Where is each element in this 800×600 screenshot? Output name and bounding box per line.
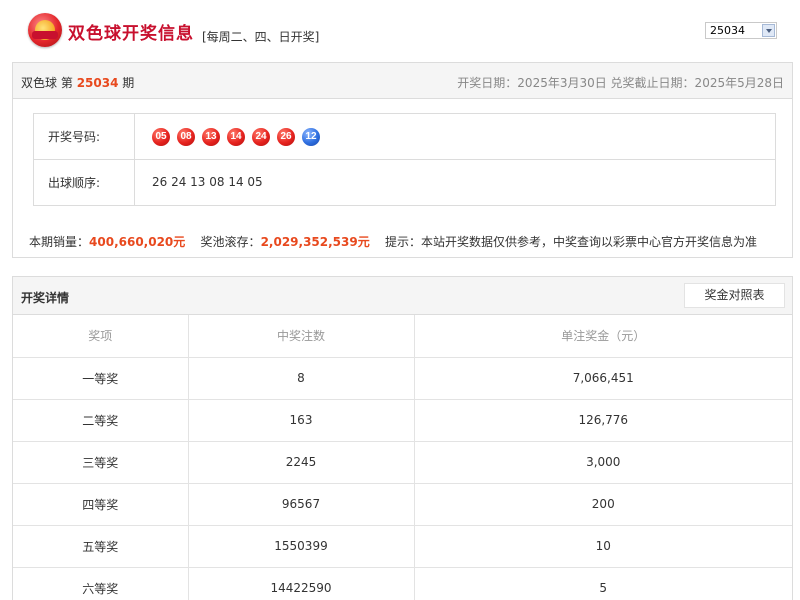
- prize-amount: 5: [413, 566, 792, 600]
- table-row: 四等奖 96567 200: [13, 482, 792, 526]
- prize-table: 奖项 中奖注数 单注奖金（元） 一等奖 8 7,066,451 二等奖 163 …: [13, 315, 792, 600]
- red-ball: 26: [277, 128, 295, 146]
- table-row: 二等奖 163 126,776: [13, 398, 792, 442]
- draw-order-label: 出球顺序:: [34, 160, 135, 206]
- winner-count: 1550399: [187, 524, 415, 568]
- prize-amount: 126,776: [413, 398, 792, 442]
- red-ball: 05: [152, 128, 170, 146]
- prize-comparison-button[interactable]: 奖金对照表: [684, 283, 785, 308]
- column-header: 中奖注数: [187, 315, 415, 358]
- issue-prefix: 第: [60, 76, 73, 90]
- winning-balls: 05 08 13 14 24 26 12: [152, 128, 320, 146]
- prize-amount: 200: [413, 482, 792, 526]
- sales-value: 400,660,020元: [89, 235, 186, 249]
- winner-count: 8: [187, 356, 415, 400]
- draw-schedule-note: [每周二、四、日开奖]: [202, 30, 320, 44]
- issue-suffix: 期: [122, 76, 135, 90]
- prize-amount: 3,000: [413, 440, 792, 484]
- pool-value: 2,029,352,539元: [260, 235, 370, 249]
- red-ball: 13: [202, 128, 220, 146]
- winning-numbers-row: 开奖号码: 05 08 13 14 24 26 12: [34, 114, 775, 160]
- prize-amount: 10: [413, 524, 792, 568]
- red-ball: 14: [227, 128, 245, 146]
- prize-level: 三等奖: [13, 440, 189, 484]
- red-ball: 24: [252, 128, 270, 146]
- sales-label: 本期销量：: [29, 235, 90, 249]
- winner-count: 163: [187, 398, 415, 442]
- prize-level: 六等奖: [13, 566, 189, 600]
- issue-line: 双色球 第 25034 期: [21, 74, 134, 91]
- blue-ball: 12: [302, 128, 320, 146]
- column-header: 单注奖金（元）: [413, 315, 792, 358]
- issue-select-value: 25034: [710, 24, 745, 37]
- table-row: 三等奖 2245 3,000: [13, 440, 792, 484]
- prize-level: 五等奖: [13, 524, 189, 568]
- draw-order-value: 26 24 13 08 14 05: [152, 175, 263, 189]
- disclaimer-tip: 提示：本站开奖数据仅供参考，中奖查询以彩票中心官方开奖信息为准: [385, 235, 758, 249]
- prize-level: 四等奖: [13, 482, 189, 526]
- winner-count: 14422590: [187, 566, 415, 600]
- pool-label: 奖池滚存：: [200, 235, 261, 249]
- table-row: 五等奖 1550399 10: [13, 524, 792, 568]
- winning-numbers-label: 开奖号码:: [34, 114, 135, 159]
- draw-table: 开奖号码: 05 08 13 14 24 26 12 出球顺序: 26 24 1…: [33, 113, 776, 206]
- sales-line: 本期销量：400,660,020元 奖池滚存：2,029,352,539元 提示…: [29, 233, 757, 250]
- issue-select[interactable]: 25034: [705, 22, 777, 39]
- draw-dates: 开奖日期：2025年3月30日 兑奖截止日期：2025年5月28日: [457, 76, 784, 90]
- winner-count: 96567: [187, 482, 415, 526]
- red-ball: 08: [177, 128, 195, 146]
- lottery-ball-logo-icon: [28, 13, 62, 47]
- draw-order-row: 出球顺序: 26 24 13 08 14 05: [34, 160, 775, 206]
- draw-info-header: 双色球 第 25034 期 开奖日期：2025年3月30日 兑奖截止日期：202…: [13, 63, 792, 99]
- winner-count: 2245: [187, 440, 415, 484]
- game-name: 双色球: [21, 76, 58, 90]
- prize-amount: 7,066,451: [413, 356, 792, 400]
- prize-detail-panel: 开奖详情 奖金对照表 奖项 中奖注数 单注奖金（元） 一等奖 8 7,066,4…: [12, 276, 793, 600]
- table-row: 一等奖 8 7,066,451: [13, 356, 792, 400]
- issue-number: 25034: [76, 76, 119, 90]
- chevron-down-icon[interactable]: [762, 24, 775, 37]
- prize-detail-header: 开奖详情 奖金对照表: [13, 277, 792, 315]
- site-title: 双色球开奖信息: [68, 24, 194, 44]
- prize-detail-title: 开奖详情: [21, 291, 70, 305]
- column-header: 奖项: [13, 315, 189, 358]
- draw-info-panel: 双色球 第 25034 期 开奖日期：2025年3月30日 兑奖截止日期：202…: [12, 62, 793, 258]
- prize-level: 二等奖: [13, 398, 189, 442]
- table-header-row: 奖项 中奖注数 单注奖金（元）: [13, 315, 792, 358]
- prize-level: 一等奖: [13, 356, 189, 400]
- table-row: 六等奖 14422590 5: [13, 566, 792, 600]
